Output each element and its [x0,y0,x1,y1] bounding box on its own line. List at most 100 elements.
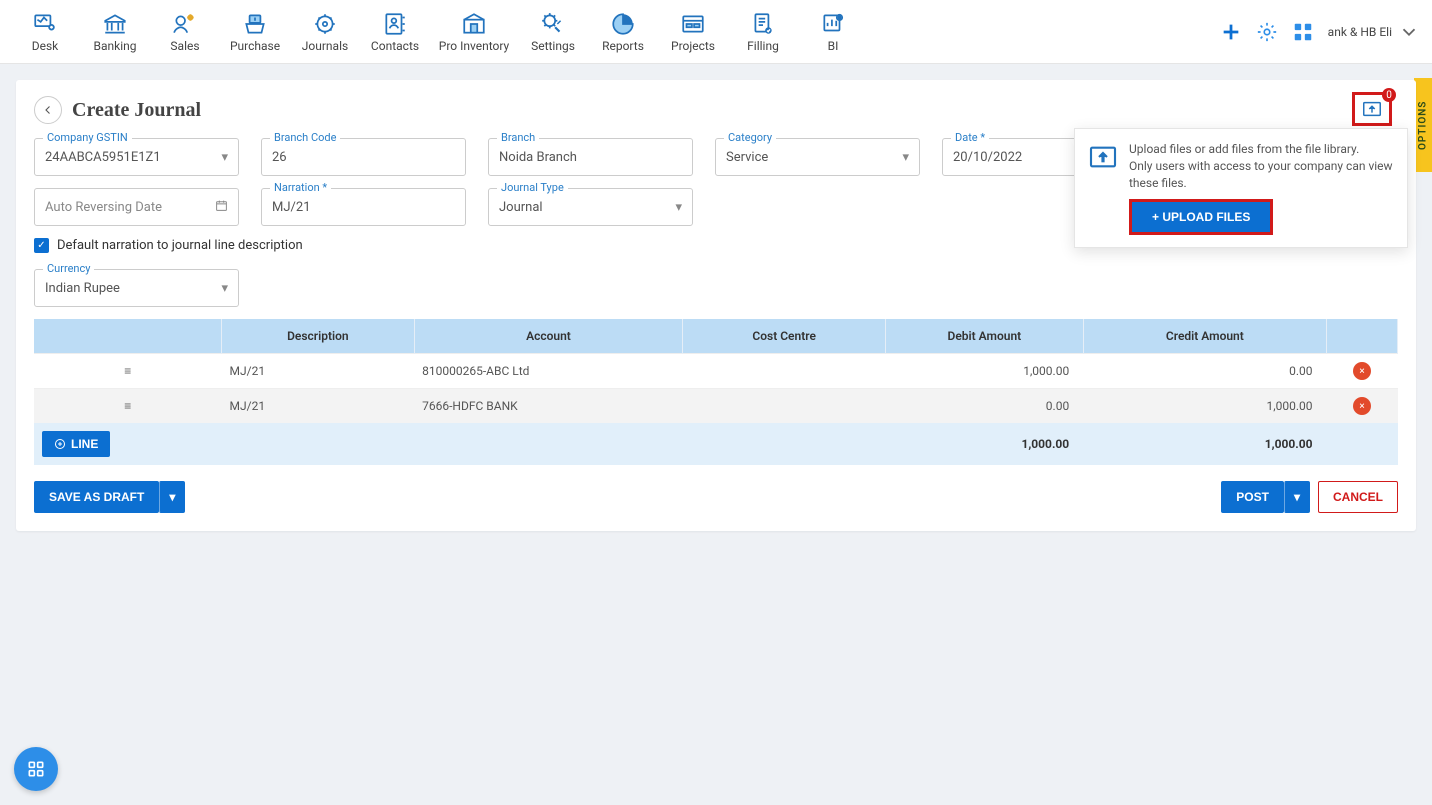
field-label: Date * [951,131,989,144]
settings-icon [540,11,566,37]
total-credit: 1,000.00 [1083,423,1326,465]
upload-popover: Upload files or add files from the file … [1074,128,1408,248]
nav-items: Desk Banking Sales Purchase Journals Con… [12,11,866,53]
cell-account[interactable]: 7666-HDFC BANK [414,389,683,424]
nav-pro-inventory[interactable]: Pro Inventory [432,11,516,53]
branch-input[interactable]: Branch Noida Branch [488,138,693,176]
journal-type-select[interactable]: Journal Type Journal ▾ [488,188,693,226]
plus-circle-icon [54,438,66,450]
drag-handle[interactable]: ≡ [34,354,222,389]
journals-icon [312,11,338,37]
bi-icon [820,11,846,37]
nav-contacts[interactable]: Contacts [362,11,428,53]
calendar-icon [215,199,228,216]
add-line-label: LINE [71,437,98,451]
attachments-button[interactable]: 0 [1352,92,1392,126]
upload-files-button[interactable]: + UPLOAD FILES [1132,202,1270,232]
save-draft-button[interactable]: SAVE AS DRAFT [34,481,159,513]
field-value: 24AABCA5951E1Z1 [45,150,221,165]
narration-input[interactable]: Narration * MJ/21 [261,188,466,226]
checkbox-label: Default narration to journal line descri… [57,238,303,253]
category-select[interactable]: Category Service ▾ [715,138,920,176]
field-value: Indian Rupee [45,281,221,296]
cell-debit[interactable]: 1,000.00 [886,354,1084,389]
sales-icon [172,11,198,37]
account-menu[interactable]: ank & HB Eli [1328,21,1420,43]
nav-label: Contacts [371,39,419,53]
post-button[interactable]: POST [1221,481,1284,513]
cell-debit[interactable]: 0.00 [886,389,1084,424]
nav-projects[interactable]: Projects [660,11,726,53]
contacts-icon [382,11,408,37]
cell-cost-centre[interactable] [683,354,886,389]
field-label: Branch Code [270,131,340,144]
nav-reports[interactable]: Reports [590,11,656,53]
nav-filling[interactable]: Filling [730,11,796,53]
add-line-button[interactable]: LINE [42,431,110,457]
col-description: Description [222,319,415,354]
cell-account[interactable]: 810000265-ABC Ltd [414,354,683,389]
save-draft-split-button[interactable]: ▾ [159,481,185,513]
topbar-right: ank & HB Eli [1220,21,1420,43]
field-value: Noida Branch [499,150,682,165]
purchase-icon [242,11,268,37]
journal-lines-table: Description Account Cost Centre Debit Am… [34,319,1398,465]
field-label: Branch [497,131,539,144]
cell-cost-centre[interactable] [683,389,886,424]
checkbox-checked-icon: ✓ [34,238,49,253]
nav-sales[interactable]: Sales [152,11,218,53]
nav-label: Purchase [230,39,280,53]
drag-handle[interactable]: ≡ [34,389,222,424]
field-value: Service [726,150,902,165]
field-value: Journal [499,200,675,215]
field-label: Company GSTIN [43,131,132,144]
col-actions [1327,319,1398,354]
back-button[interactable] [34,96,62,124]
nav-bi[interactable]: BI [800,11,866,53]
cell-credit[interactable]: 1,000.00 [1083,389,1326,424]
cancel-button[interactable]: CANCEL [1318,481,1398,513]
top-navbar: Desk Banking Sales Purchase Journals Con… [0,0,1432,64]
field-value: 26 [272,150,455,165]
col-account: Account [414,319,683,354]
delete-row-button[interactable]: × [1353,362,1371,380]
apps-fab[interactable] [14,747,58,791]
cell-description[interactable]: MJ/21 [222,389,415,424]
form-footer: SAVE AS DRAFT ▾ POST ▾ CANCEL [34,481,1398,513]
chevron-down-icon: ▾ [902,150,909,165]
nav-purchase[interactable]: Purchase [222,11,288,53]
projects-icon [680,11,706,37]
branch-code-input[interactable]: Branch Code 26 [261,138,466,176]
cell-credit[interactable]: 0.00 [1083,354,1326,389]
nav-desk[interactable]: Desk [12,11,78,53]
delete-row-button[interactable]: × [1353,397,1371,415]
upload-button-highlight: + UPLOAD FILES [1129,199,1273,235]
journal-form-card: 0 Upload files or add files from the fil… [16,80,1416,531]
post-split-button[interactable]: ▾ [1284,481,1310,513]
nav-journals[interactable]: Journals [292,11,358,53]
nav-label: Pro Inventory [439,39,509,53]
gear-icon[interactable] [1256,21,1278,43]
nav-label: Projects [671,39,715,53]
nav-label: Banking [94,39,137,53]
nav-label: Desk [32,39,59,53]
upload-help-line1: Upload files or add files from the file … [1129,141,1395,158]
cell-description[interactable]: MJ/21 [222,354,415,389]
total-debit: 1,000.00 [886,423,1084,465]
nav-settings[interactable]: Settings [520,11,586,53]
field-label: Journal Type [497,181,568,194]
grid-icon [26,759,46,779]
chevron-down-icon: ▾ [675,200,682,215]
chevron-down-icon: ▾ [221,281,228,296]
apps-icon[interactable] [1292,21,1314,43]
bank-icon [102,11,128,37]
filling-icon [750,11,776,37]
nav-label: Filling [747,39,779,53]
nav-banking[interactable]: Banking [82,11,148,53]
field-placeholder: Auto Reversing Date [45,200,215,215]
company-gstin-select[interactable]: Company GSTIN 24AABCA5951E1Z1 ▾ [34,138,239,176]
currency-select[interactable]: Currency Indian Rupee ▾ [34,269,239,307]
plus-icon[interactable] [1220,21,1242,43]
auto-reversing-date-input[interactable]: Auto Reversing Date [34,188,239,226]
field-value: MJ/21 [272,200,455,215]
